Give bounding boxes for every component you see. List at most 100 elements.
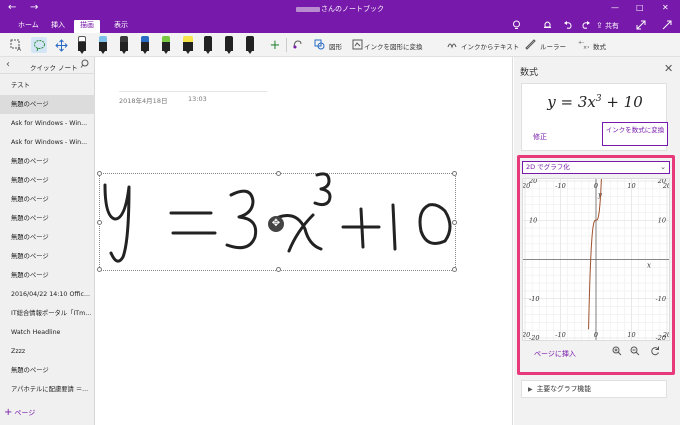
curve-point: [600, 193, 602, 195]
ink-to-text-icon[interactable]: [447, 39, 458, 53]
page-item[interactable]: 無題のページ: [0, 171, 95, 190]
redo-icon[interactable]: [581, 20, 591, 33]
minimize-button[interactable]: —: [611, 3, 619, 12]
pen-light-blue[interactable]: [99, 36, 107, 54]
ruler-button[interactable]: ルーラー: [540, 41, 566, 51]
eraser-pen[interactable]: [78, 36, 86, 54]
tab-insert[interactable]: 挿入: [45, 20, 71, 33]
pen-black[interactable]: [120, 36, 128, 54]
curve-point: [590, 259, 592, 261]
zoom-out-icon[interactable]: [630, 346, 640, 359]
page-item[interactable]: Ask for Windows - Win...: [0, 114, 95, 133]
pan-icon[interactable]: [53, 37, 69, 53]
pen-black-2[interactable]: [204, 36, 212, 54]
zoom-in-icon[interactable]: [612, 346, 622, 359]
equation-lhs: y = 3x: [547, 93, 596, 111]
move-handle-icon[interactable]: ✥: [268, 216, 284, 232]
y-tick-label-right: 10: [658, 216, 666, 224]
pen-green[interactable]: [162, 36, 170, 54]
ribbon-tabs: ホーム 挿入 描画 表示 ⇪ 共有: [0, 18, 680, 33]
chevron-down-icon: ⌄: [660, 163, 666, 171]
pen-black-3[interactable]: [225, 36, 233, 54]
close-icon[interactable]: ✕: [664, 62, 673, 75]
svg-text:A: A: [17, 46, 22, 52]
add-pen-button[interactable]: +: [267, 37, 283, 53]
back-chevron-icon[interactable]: ‹: [6, 59, 10, 70]
convert-ink-to-math-button[interactable]: インクを数式に変換: [602, 122, 668, 146]
ink-to-text-button[interactable]: インクからテキスト: [461, 41, 519, 51]
tab-draw[interactable]: 描画: [74, 20, 100, 33]
math-icon[interactable]: +-×=: [578, 39, 591, 53]
x-tick-label-top: 10: [627, 182, 635, 190]
page-item[interactable]: 無題のページ: [0, 228, 95, 247]
tab-home[interactable]: ホーム: [12, 20, 45, 33]
y-tick-label-right: 20: [657, 179, 666, 185]
toolbar-divider: [286, 38, 287, 52]
insert-to-page-button[interactable]: ページに挿入: [534, 349, 576, 359]
page-item[interactable]: 無題のページ: [0, 266, 95, 285]
curve-point: [594, 220, 595, 222]
svg-text:×=: ×=: [583, 45, 589, 50]
maximize-button[interactable]: □: [636, 3, 644, 12]
pen-blue[interactable]: [141, 36, 149, 54]
page-item[interactable]: 無題のページ: [0, 361, 95, 380]
redacted-name: [296, 6, 320, 12]
key-graph-features-expander[interactable]: ▶ 主要なグラフ機能: [521, 380, 667, 398]
add-page-button[interactable]: + ページ: [4, 407, 35, 418]
graph-mode-select[interactable]: 2D でグラフ化 ⌄: [522, 161, 670, 174]
curve-point: [599, 208, 600, 209]
page-item[interactable]: Watch Headline: [0, 323, 95, 342]
note-canvas[interactable]: 2018年4月18日 13:03 ✥: [96, 57, 513, 425]
graph-svg[interactable]: -20-20-10-100010102020-20-20-10-10101020…: [520, 173, 671, 342]
refresh-icon[interactable]: [650, 346, 660, 359]
bell-icon[interactable]: [543, 20, 552, 33]
page-item[interactable]: Zzzz: [0, 342, 95, 361]
curve-point: [590, 252, 592, 253]
x-tick-label-bottom: -10: [555, 331, 565, 339]
pen-black-4[interactable]: [246, 36, 254, 54]
page-item[interactable]: 無題のページ: [0, 209, 95, 228]
share-button[interactable]: ⇪ 共有: [596, 21, 619, 31]
shapes-button[interactable]: 図形: [329, 41, 342, 51]
plus-icon: +: [4, 407, 13, 418]
canvas-scrollbar[interactable]: [512, 57, 513, 425]
tab-view[interactable]: 表示: [108, 20, 134, 33]
shapes-icon[interactable]: [314, 39, 325, 53]
curve-point: [594, 219, 596, 221]
curve-point: [598, 213, 600, 215]
curve-point: [599, 204, 601, 205]
x-tick-label-top: -10: [555, 182, 565, 190]
y-tick-label-left: 20: [528, 179, 537, 185]
ink-replay-icon[interactable]: [292, 39, 303, 53]
graph-plot[interactable]: -20-20-10-100010102020-20-20-10-10101020…: [520, 173, 671, 342]
curve-point: [595, 219, 597, 221]
search-icon[interactable]: [80, 59, 89, 71]
highlighter-yellow[interactable]: [183, 36, 193, 54]
page-item[interactable]: 無題のページ: [0, 247, 95, 266]
page-item[interactable]: IT総合情報ポータル「ITm...: [0, 304, 95, 323]
page-item[interactable]: テスト: [0, 76, 95, 95]
fix-button[interactable]: 修正: [533, 132, 547, 142]
ink-to-shape-icon[interactable]: [352, 39, 363, 53]
page-item[interactable]: 無題のページ: [0, 190, 95, 209]
ink-to-shape-button[interactable]: インクを図形に変換: [364, 41, 423, 51]
curve-point: [599, 199, 601, 201]
undo-icon[interactable]: [563, 20, 573, 33]
chevron-up-icon[interactable]: [662, 20, 672, 33]
fullscreen-icon[interactable]: [636, 20, 646, 33]
lasso-type-icon[interactable]: A: [8, 37, 24, 53]
page-item-selected[interactable]: 無題のページ: [0, 95, 95, 114]
ruler-icon[interactable]: [525, 39, 536, 53]
close-window-button[interactable]: ✕: [662, 3, 669, 12]
page-item[interactable]: Ask for Windows - Win...: [0, 133, 95, 152]
lasso-select-icon[interactable]: [31, 37, 47, 53]
page-item[interactable]: 無題のページ: [0, 152, 95, 171]
page-item[interactable]: アパホテルに配慮要請 ＝...: [0, 380, 95, 399]
add-page-label: ページ: [14, 409, 36, 417]
math-button[interactable]: 数式: [593, 41, 606, 51]
lightbulb-icon[interactable]: [512, 20, 521, 33]
curve-point: [597, 219, 598, 220]
curve-point: [590, 245, 592, 247]
section-name: クイック ノート: [30, 64, 78, 72]
page-item[interactable]: 2016/04/22 14:10 Offic...: [0, 285, 95, 304]
